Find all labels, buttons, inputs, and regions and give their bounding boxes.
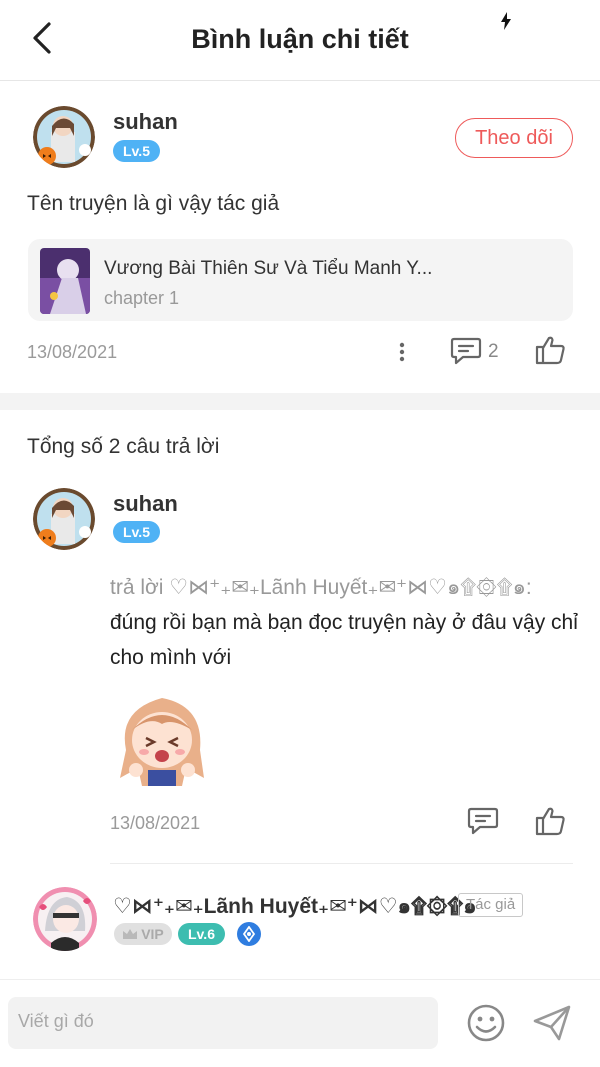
reply-level-badge: Lv.5 [113, 521, 160, 543]
thumbs-up-icon [535, 807, 565, 836]
author-level-badge: Lv.6 [178, 923, 225, 945]
reply-button[interactable] [448, 334, 484, 368]
smiley-icon [467, 1004, 505, 1042]
reply-body: đúng rồi bạn mà bạn đọc truyện này ở đâu… [110, 611, 578, 669]
charging-icon [501, 12, 511, 30]
comment-date: 13/08/2021 [27, 342, 118, 362]
header: Bình luận chi tiết [0, 0, 600, 81]
book-card[interactable]: Vương Bài Thiên Sư Và Tiểu Manh Y... cha… [28, 239, 573, 321]
comment-icon [450, 337, 482, 365]
reply-mention[interactable]: trả lời ♡⋈⁺₊✉₊Lãnh Huyết₊✉⁺⋈♡๑۩۞۩๑: [110, 576, 532, 599]
send-button[interactable] [530, 1001, 574, 1045]
like-button[interactable] [532, 332, 568, 368]
reply-username[interactable]: suhan [113, 491, 178, 517]
reply-avatar[interactable] [33, 488, 95, 550]
author-avatar[interactable] [33, 887, 97, 951]
avatar-image [33, 887, 97, 951]
author-username[interactable]: ♡⋈⁺₊✉₊Lãnh Huyết₊✉⁺⋈♡๑۩۞۩๑ [113, 890, 477, 923]
divider [110, 863, 573, 864]
reply-like-button[interactable] [532, 803, 568, 839]
vip-label: VIP [141, 926, 164, 942]
send-icon [533, 1005, 571, 1041]
username[interactable]: suhan [113, 109, 178, 135]
thumbs-up-icon [535, 336, 565, 365]
crown-icon [123, 929, 138, 939]
avatar[interactable] [33, 106, 95, 168]
reply-comment-button[interactable] [465, 804, 501, 838]
comment-input[interactable]: Viết gì đó [8, 997, 438, 1049]
book-cover [40, 248, 90, 314]
reply-date: 13/08/2021 [110, 813, 201, 833]
level-badge: Lv.5 [113, 140, 160, 162]
sticker-image [112, 690, 212, 786]
more-options-button[interactable] [390, 338, 414, 366]
follow-button[interactable]: Theo dõi [455, 118, 573, 158]
bottom-bar: Viết gì đó [0, 979, 600, 1067]
comment-text: Tên truyện là gì vậy tác giả [27, 192, 280, 215]
more-vertical-icon [399, 342, 405, 362]
reply-text: trả lời ♡⋈⁺₊✉₊Lãnh Huyết₊✉⁺⋈♡๑۩۞۩๑: đúng… [110, 570, 580, 675]
book-title: Vương Bài Thiên Sư Và Tiểu Manh Y... [104, 258, 433, 279]
section-divider [0, 393, 600, 410]
comment-icon [467, 807, 499, 835]
avatar-image [33, 106, 95, 168]
emoji-button[interactable] [464, 1001, 508, 1045]
vip-badge: VIP [114, 923, 172, 945]
avatar-image [33, 488, 95, 550]
medal-icon [237, 922, 261, 946]
book-chapter: chapter 1 [104, 288, 180, 308]
replies-header: Tổng số 2 câu trả lời [27, 435, 220, 458]
author-tag: Tác giả [458, 893, 524, 917]
reply-count: 2 [488, 341, 499, 362]
